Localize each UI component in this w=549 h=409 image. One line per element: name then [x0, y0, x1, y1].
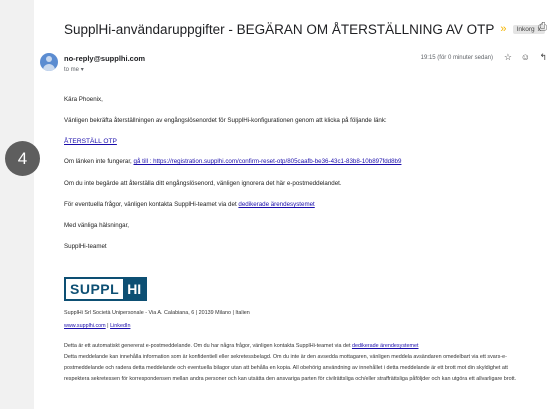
recipient-details[interactable]: to me ▾: [64, 66, 84, 73]
email-subject: SupplHi-användaruppgifter - BEGÄRAN OM Å…: [64, 21, 495, 37]
auto-ticket-link[interactable]: dedikerade ärendesystemet: [352, 343, 419, 349]
confidential-line-2: postmeddelande och radera detta meddelan…: [64, 365, 508, 371]
confidential-line-3: respektera sekretessen för korrespondens…: [64, 376, 517, 382]
reset-otp-link[interactable]: ÅTERSTÄLL OTP: [64, 138, 117, 145]
reply-icon[interactable]: ↰: [539, 52, 547, 63]
message-timestamp: 19:15 (för 0 minuter sedan): [420, 55, 493, 61]
signature-links: www.supplhi.com | LinkedIn: [64, 323, 130, 329]
greeting: Kära Phoenix,: [64, 96, 103, 103]
linkedin-link[interactable]: LinkedIn: [110, 323, 130, 329]
auto-notice-text: Detta är ett automatiskt genererat e-pos…: [64, 343, 351, 349]
intro-text: Vänligen bekräfta återställningen av eng…: [64, 117, 387, 124]
chevron-down-icon[interactable]: ▾: [81, 67, 84, 73]
important-marker-icon[interactable]: »: [500, 23, 506, 35]
confidential-line-1: Detta meddelande kan innehålla informati…: [64, 354, 507, 360]
regards-text: Med vänliga hälsningar,: [64, 222, 130, 229]
ignore-text: Om du inte begärde att återställa ditt e…: [64, 180, 342, 187]
supplhi-logo: SUPPL HI: [64, 277, 148, 301]
star-icon[interactable]: ☆: [504, 52, 512, 63]
sender-avatar: [40, 53, 58, 71]
fallback-prefix: Om länken inte fungerar,: [64, 158, 132, 165]
email-view: SupplHi-användaruppgifter - BEGÄRAN OM Å…: [34, 0, 549, 409]
website-link[interactable]: www.supplhi.com: [64, 323, 106, 329]
fallback-line: Om länken inte fungerar, gå till : https…: [64, 158, 401, 165]
step-number-badge: 4: [5, 141, 40, 176]
inbox-label-text: Inkorg: [516, 25, 535, 33]
ticket-system-link[interactable]: dedikerade ärendesystemet: [238, 201, 314, 208]
avatar-head: [46, 56, 52, 62]
questions-line: För eventuella frågor, vänligen kontakta…: [64, 201, 315, 208]
recipient-label: to me: [64, 67, 80, 73]
logo-right-text: HI: [123, 279, 146, 299]
print-icon[interactable]: ⎙: [538, 21, 547, 34]
fallback-url-link[interactable]: gå till : https://registration.supplhi.c…: [134, 158, 402, 165]
avatar-body: [43, 64, 55, 71]
logo-left-text: SUPPL: [66, 279, 124, 299]
subject-row: SupplHi-användaruppgifter - BEGÄRAN OM Å…: [64, 18, 549, 40]
emoji-icon[interactable]: ☺: [521, 52, 530, 62]
auto-notice: Detta är ett automatiskt genererat e-pos…: [64, 343, 419, 349]
company-address: SupplHi Srl Società Unipersonale - Via A…: [64, 310, 250, 316]
questions-prefix: För eventuella frågor, vänligen kontakta…: [64, 201, 237, 208]
sender-address[interactable]: no-reply@supplhi.com: [64, 54, 145, 63]
team-signoff: SupplHi-teamet: [64, 243, 107, 250]
